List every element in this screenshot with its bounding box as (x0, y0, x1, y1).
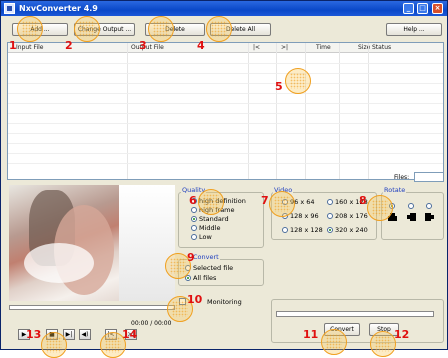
rotate-right-icon (425, 213, 434, 221)
radio-icon (191, 216, 197, 222)
option-label: All files (193, 274, 217, 282)
window-title: NxvConverter 4.9 (19, 4, 98, 13)
option-label: Middle (199, 224, 221, 232)
quality-option-standard[interactable]: Standard (191, 215, 229, 223)
radio-icon (282, 227, 288, 233)
option-label: 320 x 240 (335, 226, 368, 234)
conversion-group (271, 299, 444, 343)
file-list[interactable]: Input File Output File |< >| Time Size S… (7, 42, 444, 180)
radio-icon (327, 213, 333, 219)
marker-circle (269, 191, 295, 217)
marker-number-12: 12 (394, 328, 410, 341)
option-label: Low (199, 233, 212, 241)
marker-circle (41, 332, 67, 358)
marker-circle (198, 189, 224, 215)
quality-option-middle[interactable]: Middle (191, 224, 220, 232)
conversion-progress-bar (276, 311, 434, 317)
option-label: Selected file (193, 264, 234, 272)
quality-option-low[interactable]: Low (191, 233, 212, 241)
marker-number-7: 7 (261, 194, 269, 207)
marker-number-3: 3 (139, 39, 147, 52)
app-window: NxvConverter 4.9 _ □ × Add ... Change Ou… (0, 0, 448, 358)
radio-icon (191, 234, 197, 240)
marker-number-13: 13 (26, 328, 42, 341)
option-label: 128 x 128 (290, 226, 323, 234)
marker-number-9: 9 (187, 251, 195, 264)
radio-icon (191, 207, 197, 213)
column-output-file[interactable]: Output File (131, 44, 164, 51)
marker-number-14: 14 (122, 328, 138, 341)
marker-circle (367, 195, 393, 221)
column-mark-out[interactable]: >| (281, 44, 288, 51)
marker-circle (206, 16, 232, 42)
option-label: Standard (199, 215, 229, 223)
rotate-left-icon (407, 213, 416, 221)
column-time[interactable]: Time (316, 44, 331, 51)
column-mark-in[interactable]: |< (253, 44, 260, 51)
marker-circle (321, 329, 347, 355)
minimize-button[interactable]: _ (403, 3, 414, 14)
marker-circle (285, 68, 311, 94)
video-option-320x240[interactable]: 320 x 240 (327, 226, 368, 234)
close-button[interactable]: × (432, 3, 443, 14)
column-input-file[interactable]: Input File (16, 44, 43, 51)
option-label: 208 x 176 (335, 212, 368, 220)
video-preview (9, 185, 175, 301)
maximize-button[interactable]: □ (417, 3, 428, 14)
marker-circle (74, 16, 100, 42)
rotate-label: Rotate (383, 186, 407, 194)
rotate-option-270[interactable] (426, 203, 432, 209)
marker-circle (370, 331, 396, 357)
marker-number-1: 1 (9, 39, 17, 52)
files-label: Files: (394, 174, 410, 181)
marker-number-5: 5 (275, 80, 283, 93)
seek-bar[interactable] (9, 305, 175, 310)
convert-scope-label: Convert (192, 253, 220, 261)
rotate-option-90[interactable] (408, 203, 414, 209)
app-icon (4, 3, 15, 14)
marker-circle (148, 16, 174, 42)
marker-circle (17, 16, 43, 42)
marker-number-2: 2 (65, 39, 73, 52)
marker-number-6: 6 (189, 194, 197, 207)
video-option-128x128[interactable]: 128 x 128 (282, 226, 323, 234)
marker-number-11: 11 (303, 328, 319, 341)
radio-icon (191, 225, 197, 231)
radio-icon (327, 199, 333, 205)
convert-option-all-files[interactable]: All files (185, 274, 216, 282)
marker-number-8: 8 (359, 194, 367, 207)
title-bar: NxvConverter 4.9 _ □ × (1, 1, 447, 16)
marker-number-10: 10 (187, 293, 203, 306)
video-option-208x176[interactable]: 208 x 176 (327, 212, 368, 220)
file-list-header: Input File Output File |< >| Time Size S… (8, 43, 443, 53)
volume-button[interactable]: ◀) (79, 329, 91, 340)
monitoring-label: Monitoring (207, 298, 242, 306)
files-count (414, 172, 444, 182)
playback-time: 00:00 / 00:00 (131, 320, 172, 327)
convert-option-selected-file[interactable]: Selected file (185, 264, 233, 272)
help-button[interactable]: Help ... (386, 23, 442, 36)
option-label: 128 x 96 (290, 212, 319, 220)
column-status[interactable]: Status (372, 44, 391, 51)
radio-icon (327, 227, 333, 233)
marker-number-4: 4 (197, 39, 205, 52)
